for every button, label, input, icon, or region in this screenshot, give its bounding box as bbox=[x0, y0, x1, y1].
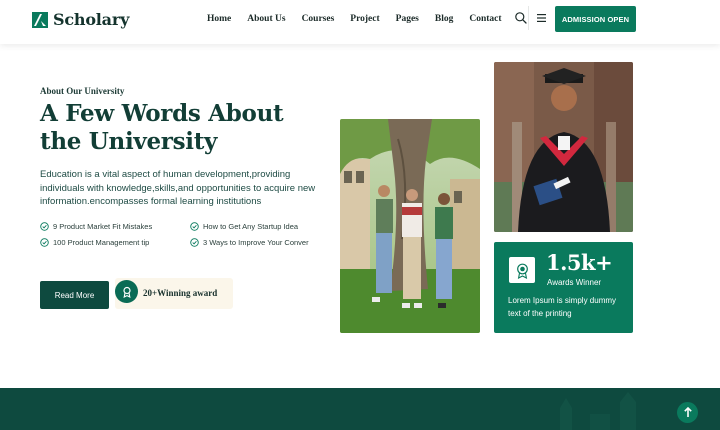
top-navbar: Scholary Home About Us Courses Project P… bbox=[0, 0, 720, 44]
footer-band bbox=[0, 388, 720, 430]
nav-divider bbox=[528, 6, 529, 30]
check-circle-icon bbox=[40, 238, 49, 247]
check-circle-icon bbox=[40, 222, 49, 231]
arrow-up-icon bbox=[683, 407, 692, 417]
logo[interactable]: Scholary bbox=[32, 10, 129, 29]
feature-label: 3 Ways to Improve Your Conver bbox=[203, 238, 309, 247]
read-more-button[interactable]: Read More bbox=[40, 281, 109, 309]
feature-label: 100 Product Management tip bbox=[53, 238, 150, 247]
award-text: 20+Winning award bbox=[143, 288, 218, 298]
section-description: Education is a vital aspect of human dev… bbox=[40, 169, 316, 207]
nav-project[interactable]: Project bbox=[350, 14, 379, 24]
stat-description: Lorem Ipsum is simply dummy text of the … bbox=[508, 296, 617, 318]
section-title: A Few Words About the University bbox=[40, 100, 284, 155]
award-icon bbox=[115, 280, 138, 303]
feature-item: 3 Ways to Improve Your Conver bbox=[190, 238, 309, 247]
students-photo bbox=[340, 119, 480, 333]
search-icon[interactable] bbox=[514, 11, 528, 25]
nav-courses[interactable]: Courses bbox=[302, 14, 335, 24]
award-badge-icon bbox=[509, 257, 535, 283]
logo-icon bbox=[32, 11, 48, 28]
nav-pages[interactable]: Pages bbox=[396, 14, 419, 24]
nav-blog[interactable]: Blog bbox=[435, 14, 453, 24]
award-pill: 20+Winning award bbox=[115, 278, 233, 309]
nav-about-us[interactable]: About Us bbox=[247, 14, 285, 24]
admission-open-button[interactable]: ADMISSION OPEN bbox=[555, 6, 636, 32]
section-eyebrow: About Our University bbox=[40, 86, 125, 96]
graduate-photo bbox=[494, 62, 633, 232]
check-circle-icon bbox=[190, 238, 199, 247]
check-circle-icon bbox=[190, 222, 199, 231]
stat-value: 1.5k+ bbox=[546, 250, 613, 275]
feature-label: 9 Product Market Fit Mistakes bbox=[53, 222, 153, 231]
footer-pattern bbox=[560, 392, 636, 430]
scroll-to-top-button[interactable] bbox=[677, 402, 698, 423]
stat-label: Awards Winner bbox=[547, 278, 602, 287]
awards-stat-card: 1.5k+ Awards Winner Lorem Ipsum is simpl… bbox=[494, 242, 633, 333]
hamburger-icon[interactable] bbox=[537, 13, 547, 23]
feature-item: 100 Product Management tip bbox=[40, 238, 149, 247]
feature-item: 9 Product Market Fit Mistakes bbox=[40, 222, 152, 231]
nav-home[interactable]: Home bbox=[207, 14, 231, 24]
nav-contact[interactable]: Contact bbox=[469, 14, 501, 24]
brand-name: Scholary bbox=[53, 10, 130, 29]
feature-label: How to Get Any Startup Idea bbox=[203, 222, 299, 231]
feature-item: How to Get Any Startup Idea bbox=[190, 222, 298, 231]
main-nav: Home About Us Courses Project Pages Blog… bbox=[207, 14, 518, 24]
